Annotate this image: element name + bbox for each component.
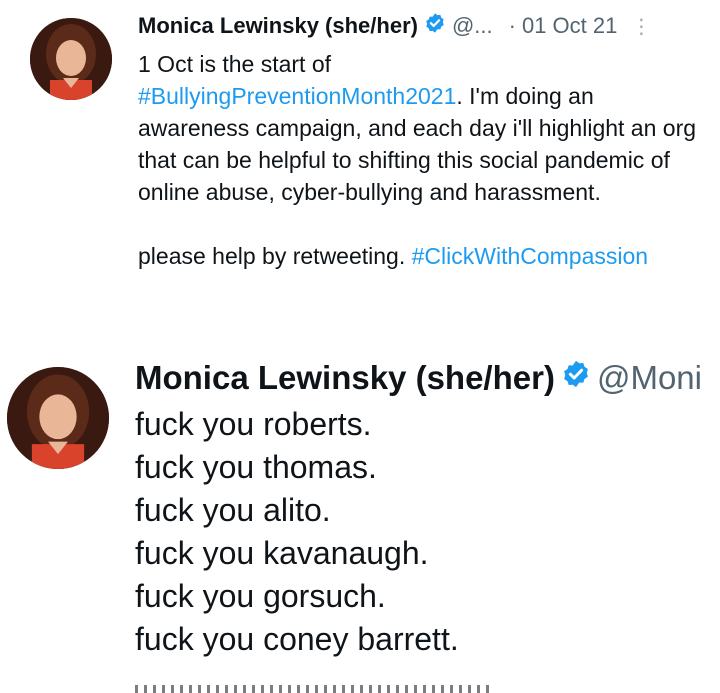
- tweet-date[interactable]: 01 Oct 21: [522, 13, 617, 39]
- verified-badge-icon: [561, 359, 591, 397]
- tweet-text-line: fuck you gorsuch.: [135, 578, 386, 614]
- tweet-text: fuck you roberts. fuck you thomas. fuck …: [135, 403, 459, 661]
- tweet-text: 1 Oct is the start of #BullyingPreventio…: [138, 48, 708, 272]
- author-handle[interactable]: @Moni: [597, 359, 702, 397]
- more-options-icon[interactable]: ⋮: [631, 14, 651, 39]
- tweet-1[interactable]: Monica Lewinsky (she/her) @... · 01 Oct …: [0, 0, 720, 330]
- tweet-text-line: 1 Oct is the start of: [138, 51, 332, 77]
- cut-off-text: [135, 685, 495, 693]
- tweet-header: Monica Lewinsky (she/her) @Moni: [135, 359, 702, 397]
- tweet-text-line: fuck you roberts.: [135, 406, 372, 442]
- tweet-text-line: fuck you kavanaugh.: [135, 535, 429, 571]
- avatar[interactable]: [30, 18, 112, 100]
- tweet-text-line: fuck you alito.: [135, 492, 331, 528]
- author-name[interactable]: Monica Lewinsky (she/her): [135, 359, 555, 397]
- tweet-text-line: fuck you thomas.: [135, 449, 377, 485]
- verified-badge-icon: [424, 12, 446, 40]
- author-handle[interactable]: @...: [452, 13, 493, 39]
- avatar[interactable]: [7, 367, 109, 469]
- separator-dot: ·: [508, 13, 516, 38]
- tweet-2[interactable]: Monica Lewinsky (she/her) @Moni fuck you…: [0, 345, 720, 693]
- tweet-text-line: fuck you coney barrett.: [135, 621, 459, 657]
- hashtag-link[interactable]: #ClickWithCompassion: [412, 243, 648, 269]
- tweet-header: Monica Lewinsky (she/her) @... · 01 Oct …: [138, 12, 651, 40]
- tweet-text-line: please help by retweeting.: [138, 243, 412, 269]
- author-name[interactable]: Monica Lewinsky (she/her): [138, 13, 418, 39]
- hashtag-link[interactable]: #BullyingPreventionMonth2021: [138, 83, 456, 109]
